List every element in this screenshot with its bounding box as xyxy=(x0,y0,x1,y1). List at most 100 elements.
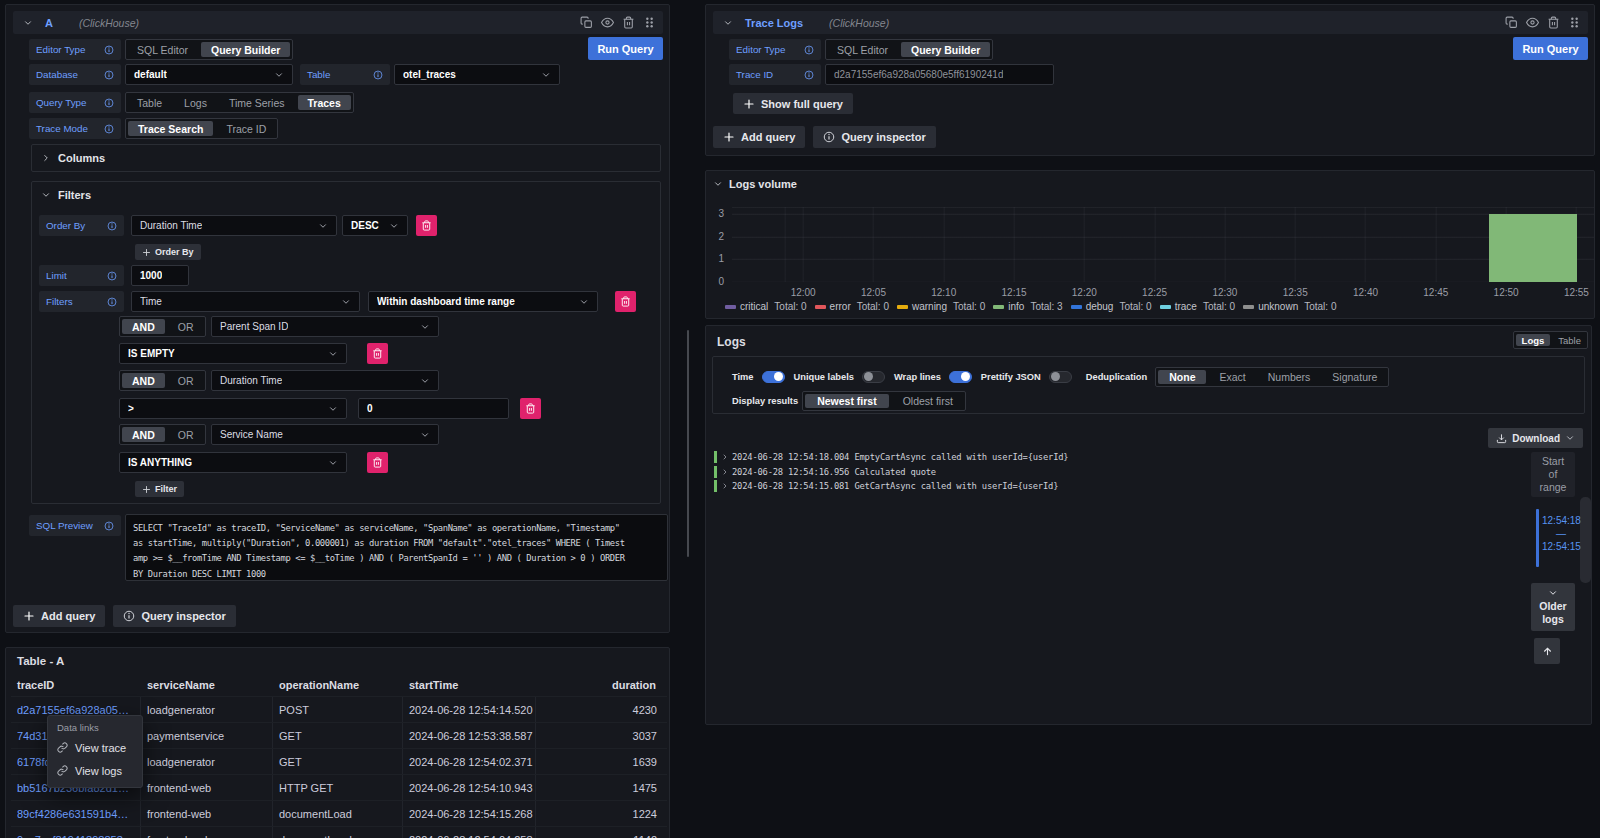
bool-operator-option[interactable]: AND xyxy=(122,319,165,334)
bool-operator-option[interactable]: OR xyxy=(167,373,205,388)
grip-icon[interactable] xyxy=(1568,16,1581,29)
display-results-option[interactable]: Oldest first xyxy=(891,394,965,408)
deduplication-option[interactable]: Exact xyxy=(1208,370,1256,384)
editor-type-option[interactable]: Query Builder xyxy=(901,42,990,57)
table-header-cell[interactable]: operationName xyxy=(273,674,403,696)
context-menu-item[interactable]: View logs xyxy=(48,759,142,782)
info-icon[interactable] xyxy=(373,70,383,80)
info-icon[interactable] xyxy=(104,98,114,108)
duplicate-icon[interactable] xyxy=(1505,16,1518,29)
log-row[interactable]: 2024-06-28 12:54:16.956 Calculated quote xyxy=(714,465,1068,480)
log-row[interactable]: 2024-06-28 12:54:18.004 EmptyCartAsync c… xyxy=(714,450,1068,465)
info-icon[interactable] xyxy=(804,45,814,55)
logs-view-option[interactable]: Logs xyxy=(1516,334,1551,346)
bool-operator-option[interactable]: AND xyxy=(122,373,165,388)
query-type-option[interactable]: Table xyxy=(126,95,173,110)
order-by-direction-select[interactable]: DESC xyxy=(342,215,408,236)
context-menu-item[interactable]: View trace xyxy=(48,736,142,759)
toggle-switch[interactable] xyxy=(949,371,972,383)
table-select[interactable]: otel_traces xyxy=(394,64,560,85)
info-icon[interactable] xyxy=(104,124,114,134)
add-filter-button[interactable]: Filter xyxy=(135,481,184,497)
query-row-header-a[interactable]: A (ClickHouse) xyxy=(13,11,663,34)
query-inspector-button[interactable]: Query inspector xyxy=(813,126,935,148)
legend-item[interactable]: info Total: 3 xyxy=(993,301,1062,312)
trace-mode-option[interactable]: Trace Search xyxy=(128,121,213,136)
legend-item[interactable]: debug Total: 0 xyxy=(1071,301,1152,312)
split-pane-resizer[interactable] xyxy=(687,330,689,557)
add-order-by-button[interactable]: Order By xyxy=(135,244,201,260)
table-header-cell[interactable]: serviceName xyxy=(141,674,273,696)
remove-time-filter-button[interactable] xyxy=(615,291,636,312)
table-header-cell[interactable]: traceID xyxy=(11,674,141,696)
filter-operator-select[interactable]: > xyxy=(119,398,347,419)
trace-id-cell[interactable]: 9ce7acf81941898853be24c7f0d318e2 xyxy=(11,827,141,838)
remove-filter-button[interactable] xyxy=(367,343,388,364)
query-type-option[interactable]: Time Series xyxy=(218,95,296,110)
chevron-right-icon[interactable] xyxy=(721,482,729,490)
scroll-to-top-button[interactable] xyxy=(1534,638,1560,664)
logs-view-option[interactable]: Table xyxy=(1552,334,1587,346)
add-query-button[interactable]: Add query xyxy=(13,605,105,627)
trace-id-cell[interactable]: 89cf4286e631591b42da7f30c5e861a4 xyxy=(11,801,141,826)
run-query-button[interactable]: Run Query xyxy=(588,37,663,60)
duplicate-icon[interactable] xyxy=(580,16,593,29)
legend-item[interactable]: warning Total: 0 xyxy=(897,301,985,312)
info-icon[interactable] xyxy=(107,271,117,281)
info-icon[interactable] xyxy=(104,521,114,531)
remove-filter-button[interactable] xyxy=(520,398,541,419)
table-header-cell[interactable]: duration xyxy=(536,674,667,696)
bool-operator-option[interactable]: OR xyxy=(167,427,205,442)
table-panel-title[interactable]: Table - A xyxy=(17,655,64,667)
editor-type-option[interactable]: SQL Editor xyxy=(826,42,899,57)
query-type-option[interactable]: Traces xyxy=(298,95,351,110)
chevron-right-icon[interactable] xyxy=(721,453,729,461)
filter-field-select[interactable]: Duration Time xyxy=(211,370,439,391)
editor-type-option[interactable]: Query Builder xyxy=(201,42,290,57)
eye-icon[interactable] xyxy=(601,16,614,29)
older-logs-button[interactable]: Older logs xyxy=(1531,583,1575,631)
order-by-field-select[interactable]: Duration Time xyxy=(131,215,337,236)
trash-icon[interactable] xyxy=(622,16,635,29)
database-select[interactable]: default xyxy=(125,64,293,85)
query-inspector-button[interactable]: Query inspector xyxy=(113,605,235,627)
bool-operator-option[interactable]: OR xyxy=(167,319,205,334)
chart-bar[interactable] xyxy=(1489,214,1577,282)
info-icon[interactable] xyxy=(104,45,114,55)
query-refid[interactable]: Trace Logs xyxy=(745,17,803,29)
info-icon[interactable] xyxy=(104,70,114,80)
remove-filter-button[interactable] xyxy=(367,452,388,473)
toggle-switch[interactable] xyxy=(1049,371,1072,383)
legend-item[interactable]: unknown Total: 0 xyxy=(1243,301,1336,312)
query-row-header-trace-logs[interactable]: Trace Logs (ClickHouse) xyxy=(713,11,1588,34)
toggle-switch[interactable] xyxy=(762,371,785,383)
download-button[interactable]: Download xyxy=(1488,428,1583,448)
deduplication-option[interactable]: None xyxy=(1158,370,1206,384)
time-filter-field-select[interactable]: Time xyxy=(131,291,360,312)
filter-operator-select[interactable]: IS ANYTHING xyxy=(119,452,347,473)
info-icon[interactable] xyxy=(107,297,117,307)
run-query-button[interactable]: Run Query xyxy=(1513,37,1588,60)
query-type-option[interactable]: Logs xyxy=(173,95,218,110)
limit-input[interactable]: 1000 xyxy=(131,265,189,286)
logs-scrollbar[interactable] xyxy=(1580,497,1591,583)
legend-item[interactable]: error Total: 0 xyxy=(815,301,889,312)
trace-id-input[interactable]: d2a7155ef6a928a05680e5ff6190241d xyxy=(825,64,1054,85)
columns-section[interactable]: Columns xyxy=(31,144,661,172)
table-header-cell[interactable]: startTime xyxy=(403,674,536,696)
grip-icon[interactable] xyxy=(643,16,656,29)
remove-order-by-button[interactable] xyxy=(416,215,437,236)
legend-item[interactable]: critical Total: 0 xyxy=(725,301,807,312)
query-refid[interactable]: A xyxy=(45,17,53,29)
filter-field-select[interactable]: Parent Span ID xyxy=(211,316,439,337)
trash-icon[interactable] xyxy=(1547,16,1560,29)
logs-volume-header[interactable]: Logs volume xyxy=(713,178,797,190)
deduplication-option[interactable]: Numbers xyxy=(1257,370,1322,384)
bool-operator-option[interactable]: AND xyxy=(122,427,165,442)
collapse-chevron-down-icon[interactable] xyxy=(723,18,733,28)
show-full-query-button[interactable]: Show full query xyxy=(733,93,853,114)
time-filter-operator-select[interactable]: Within dashboard time range xyxy=(368,291,598,312)
toggle-switch[interactable] xyxy=(862,371,885,383)
chevron-right-icon[interactable] xyxy=(721,468,729,476)
trace-id-link[interactable]: d2a7155ef6a928a05680e5ff6190241d xyxy=(17,704,134,716)
